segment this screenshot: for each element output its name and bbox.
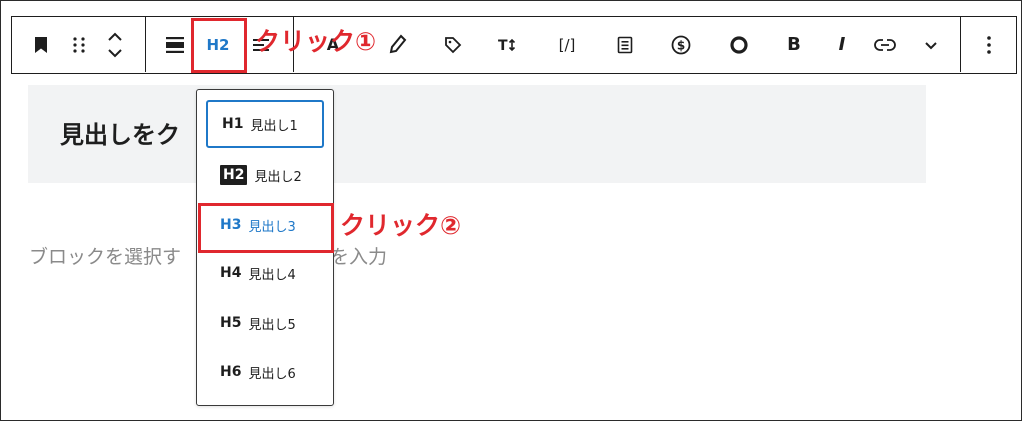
dropdown-item-h5[interactable]: H5 見出し5	[206, 299, 324, 347]
annotation-click-2: クリック②	[340, 211, 462, 240]
italic-label: I	[838, 34, 846, 55]
chevron-down-icon[interactable]	[916, 17, 946, 72]
heading-level-name: 見出し6	[248, 366, 296, 382]
paragraph-placeholder[interactable]: ブロックを選択す を入力	[29, 242, 387, 269]
document-icon[interactable]	[610, 17, 640, 72]
placeholder-text: ブロックを選択す	[29, 246, 182, 268]
dropdown-item-h1[interactable]: H1 見出し1	[206, 100, 324, 148]
tag-icon[interactable]	[438, 17, 468, 72]
bold-button[interactable]: B	[782, 17, 806, 72]
highlighter-icon[interactable]	[382, 17, 412, 72]
dropdown-item-h4[interactable]: H4 見出し4	[206, 249, 324, 297]
drag-handle-icon[interactable]	[64, 17, 94, 72]
toolbar-divider	[145, 17, 146, 72]
placeholder-text-tail: を入力	[330, 246, 388, 268]
more-options-icon[interactable]	[974, 17, 1004, 72]
block-align-icon[interactable]	[160, 17, 190, 72]
bold-label: B	[787, 34, 801, 55]
dropdown-item-h2[interactable]: H2 見出し2	[206, 151, 324, 199]
heading-level-tag: H1	[222, 116, 244, 132]
block-toolbar: H2 A T [/] $ B I	[11, 16, 1017, 74]
inline-code-label: [/]	[558, 35, 576, 54]
svg-text:T: T	[498, 38, 508, 53]
annotation-box-h2	[191, 18, 247, 73]
circle-icon[interactable]	[724, 17, 754, 72]
heading-block-text[interactable]: 見出しをク	[60, 115, 180, 150]
link-icon[interactable]	[870, 17, 900, 72]
heading-level-tag: H4	[220, 265, 242, 281]
inline-code-button[interactable]: [/]	[550, 17, 584, 72]
heading-level-name: 見出し2	[254, 169, 302, 185]
heading-level-name: 見出し5	[248, 317, 296, 333]
heading-level-tag: H2	[220, 165, 248, 185]
text-size-icon[interactable]: T	[494, 17, 524, 72]
annotation-click-1: クリック①	[255, 27, 377, 56]
dollar-circle-icon[interactable]: $	[666, 17, 696, 72]
heading-level-name: 見出し4	[248, 267, 296, 283]
bookmark-icon[interactable]	[26, 17, 56, 72]
move-up-down-icon[interactable]	[100, 17, 130, 72]
heading-level-name: 見出し1	[250, 118, 298, 134]
heading-level-tag: H5	[220, 315, 242, 331]
heading-level-tag: H6	[220, 364, 242, 380]
toolbar-divider	[960, 17, 961, 72]
italic-button[interactable]: I	[830, 17, 854, 72]
svg-text:$: $	[677, 38, 685, 52]
dropdown-item-h6[interactable]: H6 見出し6	[206, 348, 324, 396]
annotation-box-h3	[198, 203, 334, 253]
